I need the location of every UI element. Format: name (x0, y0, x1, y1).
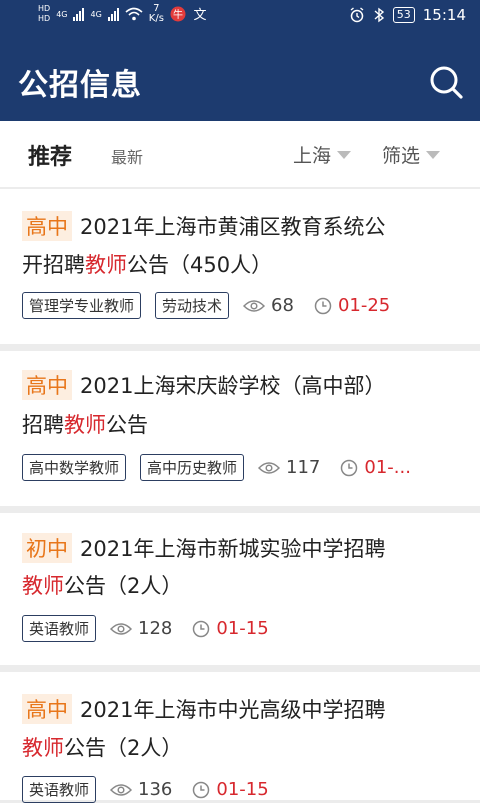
listing-meta: 英语教师 136 01-15 (22, 776, 269, 803)
title-highlight: 教师 (64, 413, 106, 437)
post-date: 01-... (364, 457, 411, 478)
battery-indicator: 53 (392, 7, 415, 23)
title-text: 2021年上海市黄浦区教育系统公 (80, 215, 386, 239)
tab-latest[interactable]: 最新 (111, 144, 143, 168)
svg-text:牛: 牛 (173, 8, 183, 21)
region-label: 上海 (293, 145, 332, 167)
page-title: 公招信息 (18, 68, 142, 103)
subject-tag[interactable]: 英语教师 (22, 615, 97, 642)
level-tag: 高中 (22, 694, 72, 724)
app-header: 公招信息 (0, 36, 480, 121)
listing-title-line1: 初中 2021年上海市新城实验中学招聘 (22, 533, 385, 563)
filter-dropdown[interactable]: 筛选 (382, 141, 441, 168)
listing-title-line2: 教师公告（2人） (22, 570, 182, 600)
title-highlight: 教师 (85, 253, 127, 277)
view-count: 136 (138, 779, 173, 800)
eye-icon (110, 783, 133, 796)
subject-tag[interactable]: 高中数学教师 (22, 454, 127, 481)
title-text: 公告（450人） (127, 253, 273, 277)
subject-tag[interactable]: 高中历史教师 (140, 454, 245, 481)
post-date: 01-15 (216, 618, 269, 639)
eye-icon (258, 461, 281, 474)
view-count: 117 (286, 457, 321, 478)
listing-title-line1: 高中 2021上海宋庆龄学校（高中部） (22, 370, 385, 400)
tab-recommended[interactable]: 推荐 (28, 139, 72, 171)
listing-title-line1: 高中 2021年上海市中光高级中学招聘 (22, 694, 385, 724)
eye-icon (243, 299, 266, 312)
listing-meta: 管理学专业教师 劳动技术 68 01-25 (22, 292, 390, 319)
clock-time: 15:14 (422, 6, 466, 24)
title-text: 公告（2人） (64, 736, 183, 760)
post-date: 01-15 (216, 779, 269, 800)
listing-card[interactable]: 初中 2021年上海市新城实验中学招聘 教师公告（2人） 英语教师 128 01-… (0, 513, 480, 665)
listing-meta: 高中数学教师 高中历史教师 117 01-... (22, 454, 411, 481)
listing-card[interactable]: 高中 2021年上海市黄浦区教育系统公 开招聘教师公告（450人） 管理学专业教师… (0, 189, 480, 344)
signal-icon (107, 7, 119, 21)
clock-icon (314, 297, 332, 314)
title-text: 公告（2人） (64, 574, 183, 598)
subject-tag[interactable]: 劳动技术 (155, 292, 230, 319)
wifi-icon (125, 7, 143, 21)
title-text: 2021年上海市新城实验中学招聘 (80, 537, 386, 561)
level-tag: 初中 (22, 533, 72, 563)
view-count: 128 (138, 618, 173, 639)
eye-icon (110, 622, 133, 635)
level-tag: 高中 (22, 370, 72, 400)
listing-card[interactable]: 高中 2021上海宋庆龄学校（高中部） 招聘教师公告 高中数学教师 高中历史教师 … (0, 351, 480, 506)
net-speed-unit: K/s (148, 13, 164, 24)
listing-card[interactable]: 高中 2021年上海市中光高级中学招聘 教师公告（2人） 英语教师 136 01-… (0, 672, 480, 803)
net-speed: 7 K/s (149, 4, 164, 24)
app-notification-icon: 牛 (170, 6, 186, 22)
level-tag: 高中 (22, 211, 72, 241)
app-notification-icon: 文 (193, 8, 206, 22)
chevron-down-icon (426, 150, 441, 159)
clock-icon (341, 459, 358, 476)
filter-label: 筛选 (382, 145, 421, 167)
status-bar: HD HD 4G 4G 7 K/s 牛 文 53 15:14 (0, 0, 480, 36)
signal-icon (73, 7, 85, 21)
region-dropdown[interactable]: 上海 (293, 141, 352, 168)
title-text: 招聘 (22, 413, 64, 437)
subject-tag[interactable]: 英语教师 (22, 776, 97, 803)
alarm-icon (350, 7, 364, 23)
chevron-down-icon (337, 150, 352, 159)
hd-label: HD (38, 4, 51, 13)
status-right: 53 15:14 (349, 6, 466, 24)
listing-title-line2: 开招聘教师公告（450人） (22, 249, 272, 279)
clock-icon (193, 620, 210, 637)
post-date: 01-25 (337, 295, 391, 316)
title-text: 2021上海宋庆龄学校（高中部） (80, 374, 386, 398)
bluetooth-icon (374, 7, 384, 23)
clock-icon (193, 781, 210, 798)
search-icon[interactable] (428, 64, 464, 100)
svg-text:文: 文 (193, 8, 206, 22)
hd-label: HD (38, 14, 51, 23)
hd-indicators: HD HD (38, 4, 50, 24)
subject-tag[interactable]: 管理学专业教师 (22, 292, 142, 319)
network-label: 4G (90, 9, 102, 19)
listing-meta: 英语教师 128 01-15 (22, 615, 269, 642)
title-highlight: 教师 (22, 736, 64, 760)
tab-bar: 推荐 最新 上海 筛选 (0, 121, 480, 187)
listing-title-line2: 招聘教师公告 (22, 409, 148, 439)
title-highlight: 教师 (22, 574, 64, 598)
title-text: 开招聘 (22, 253, 85, 277)
title-text: 公告 (106, 413, 148, 437)
listing-title-line2: 教师公告（2人） (22, 732, 182, 762)
view-count: 68 (271, 295, 294, 316)
network-label: 4G (56, 9, 68, 19)
status-left: HD HD 4G 4G 7 K/s 牛 文 (38, 4, 208, 24)
listing-title-line1: 高中 2021年上海市黄浦区教育系统公 (22, 211, 385, 241)
title-text: 2021年上海市中光高级中学招聘 (80, 698, 386, 722)
